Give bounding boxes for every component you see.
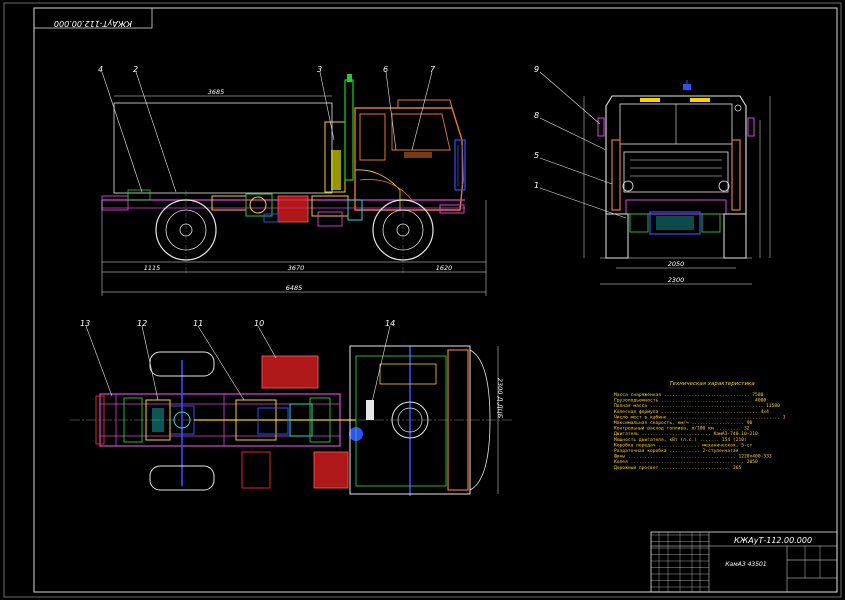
spec-line: Контрольный расход топлива, л/100 км ...… [614,426,750,432]
dim-plan-width: 2300 Д.ДЦБ [496,378,504,419]
spec-line: Коробка передач ............... механиче… [614,441,753,448]
callout-5: 5 [534,151,539,160]
dim-side-wheelbase: 3670 [288,264,305,272]
spec-line: Грузоподъемность .......................… [614,398,766,404]
callout-13: 13 [80,319,90,328]
spec-line: Полная масса ...........................… [614,403,780,409]
spec-line: Мощность двигателя, кВт (л.с.) ....... 1… [614,437,747,443]
spec-line: Двигатель ......................... КамА… [614,431,758,437]
corner-code: КЖАуТ-112.00.000 [54,19,132,28]
callout-2: 2 [133,65,138,74]
dim-side-total: 6485 [286,284,303,292]
spec-line: Колея ..................................… [614,459,758,465]
callout-1: 1 [534,181,539,190]
callout-4: 4 [98,65,103,74]
callout-10: 10 [254,319,264,328]
spec-line: Колесная формула .......................… [614,409,769,415]
dim-side-rear: 1115 [144,264,161,272]
title-name: КамАЗ 43501 [725,561,766,568]
spec-line: Раздаточная коробка ........... 2-ступен… [614,447,739,454]
callout-6: 6 [383,65,388,74]
callout-9: 9 [534,65,539,74]
callout-14: 14 [385,319,395,328]
callout-3: 3 [317,65,322,74]
dim-front-track: 2050 [668,260,685,268]
dim-side-front: 1620 [436,264,453,272]
spec-line: Масса снаряженная ......................… [614,392,764,398]
dim-side-top: 3685 [208,88,225,96]
spec-title: Техническая характеристика [669,381,755,387]
title-code: КЖАуТ-112.00.000 [734,536,812,545]
dim-front-width: 2300 [668,276,685,284]
spec-line: Дорожный просвет .......................… [614,465,741,471]
spec-line: Число мест в кабине ....................… [614,413,786,420]
callout-12: 12 [137,319,147,328]
spec-line: Шины ...................................… [614,454,772,460]
callout-11: 11 [193,319,203,328]
spec-line: Максимальная скорость, км/ч ............… [614,420,753,426]
drawing-sheet: КЖАуТ-112.00.000 3685 1115 3670 1620 648… [0,0,845,600]
callout-8: 8 [534,111,539,120]
